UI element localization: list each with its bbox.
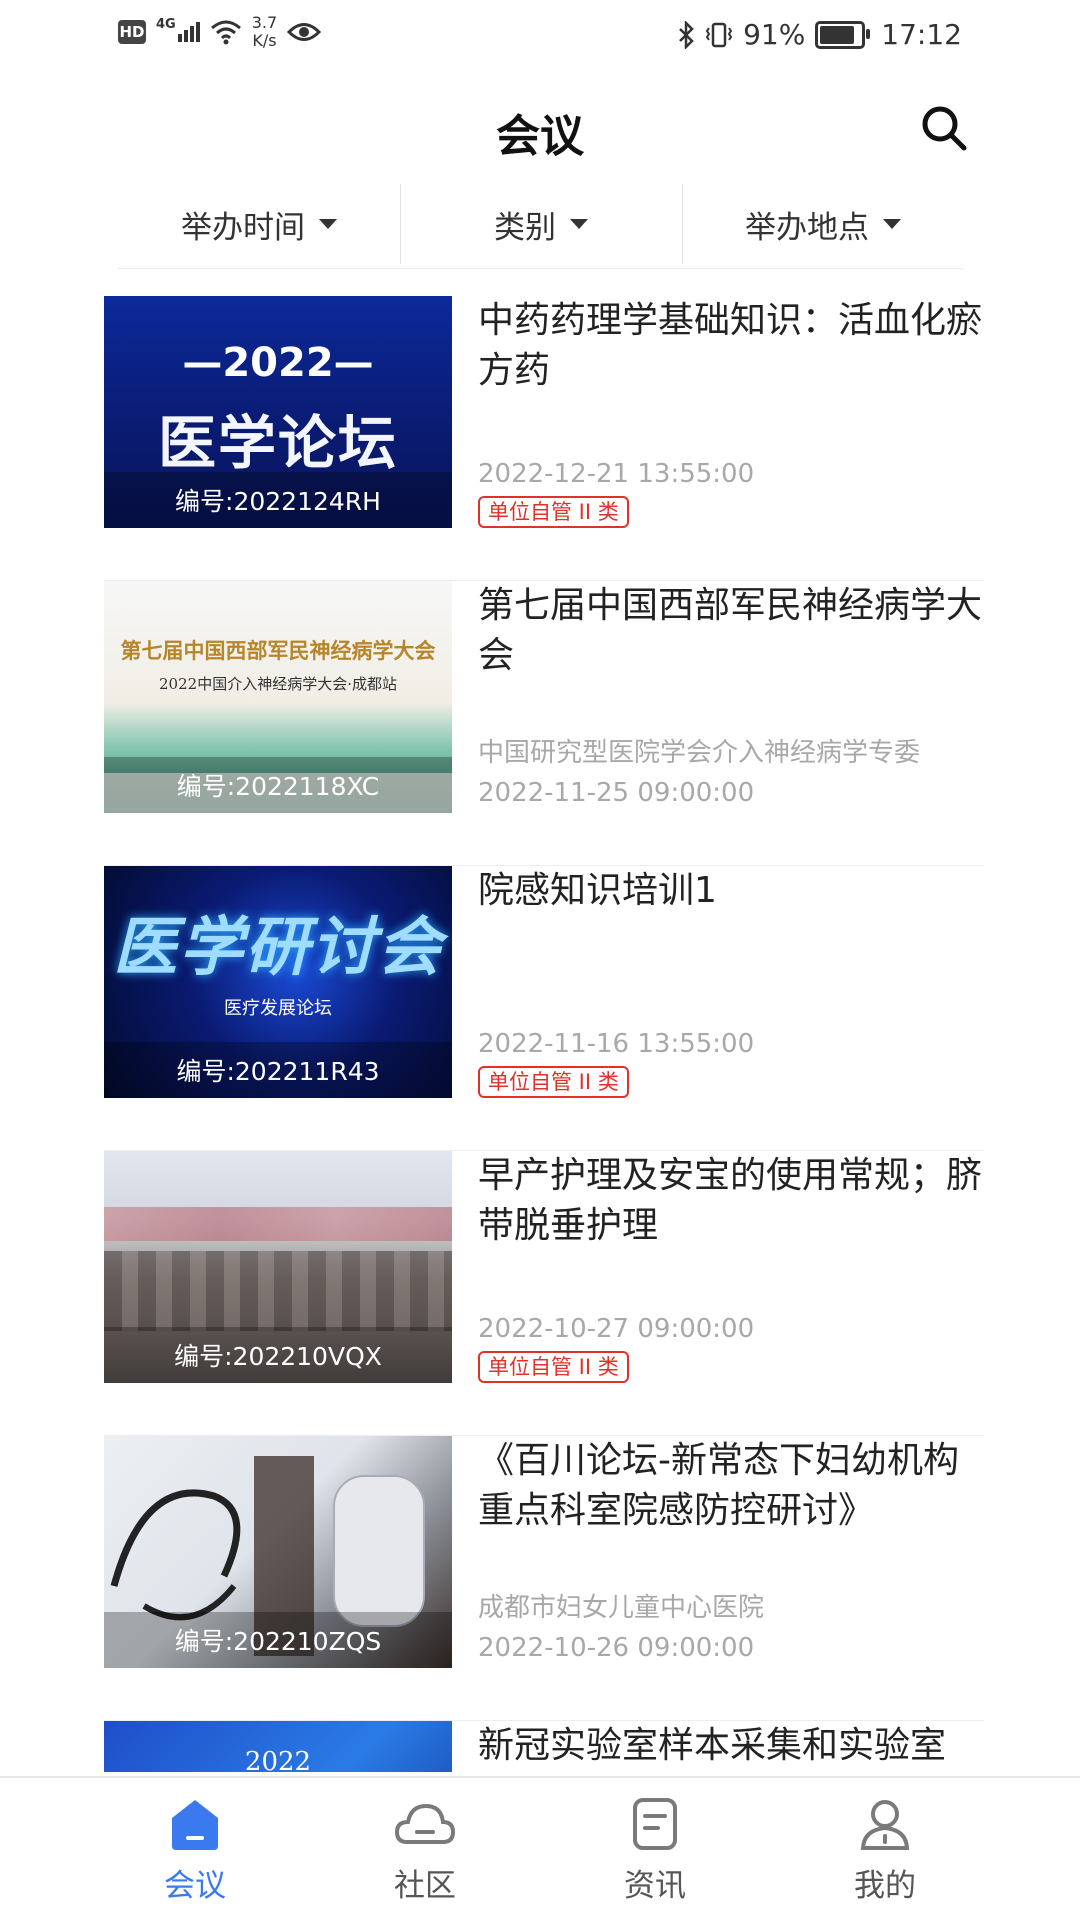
credit-badge: 单位自管 II 类 — [478, 496, 629, 528]
filter-location[interactable]: 举办地点 — [682, 180, 964, 268]
thumbnail-year: —2022— — [182, 340, 374, 386]
meeting-item[interactable]: 第七届中国西部军民神经病学大会 2022中国介入神经病学大会·成都站 编号:20… — [104, 581, 984, 866]
meeting-item[interactable]: 2022 新冠实验室样本采集和实验室 — [104, 1721, 984, 1772]
meeting-date: 2022-11-16 13:55:00 — [478, 1029, 755, 1059]
wifi-icon — [210, 20, 241, 45]
filter-bar: 举办时间 类别 举办地点 — [118, 180, 964, 269]
thumbnail-headline: 医学论坛 — [157, 409, 398, 477]
search-icon[interactable] — [918, 102, 970, 154]
meeting-title: 院感知识培训1 — [478, 870, 717, 911]
meeting-code: 编号:202210VQX — [104, 1327, 452, 1383]
cloud-icon — [394, 1803, 456, 1844]
meeting-thumbnail: 医学研讨会 医疗发展论坛 编号:202211R43 — [104, 866, 452, 1098]
hd-badge: HD — [118, 20, 146, 44]
clock: 17:12 — [881, 18, 962, 51]
meeting-thumbnail: 编号:202210ZQS — [104, 1436, 452, 1668]
bluetooth-icon — [679, 20, 694, 49]
document-icon — [633, 1798, 677, 1850]
meeting-item[interactable]: 编号:202210VQX 早产护理及安宝的使用常规；脐带脱垂护理 2022-10… — [104, 1151, 984, 1436]
caret-down-icon — [319, 219, 337, 229]
meeting-item[interactable]: —2022— 医学论坛 编号:2022124RH 中药药理学基础知识：活血化瘀方… — [104, 296, 984, 581]
filter-category-label: 类别 — [494, 209, 556, 246]
meeting-title: 早产护理及安宝的使用常规；脐带脱垂护理 — [478, 1155, 983, 1246]
meeting-thumbnail: —2022— 医学论坛 编号:2022124RH — [104, 296, 452, 528]
caret-down-icon — [570, 219, 588, 229]
network-type: 4G — [156, 17, 176, 32]
meeting-date: 2022-12-21 13:55:00 — [478, 459, 755, 489]
network-speed: 3.7 K/s — [251, 13, 278, 50]
thumbnail-headline: 第七届中国西部军民神经病学大会 — [120, 638, 436, 663]
nav-meeting-label: 会议 — [164, 1868, 226, 1904]
meeting-title: 中药药理学基础知识：活血化瘀方药 — [478, 300, 983, 391]
nav-mine-label: 我的 — [854, 1868, 916, 1904]
filter-time-label: 举办时间 — [181, 209, 305, 246]
meeting-thumbnail: 2022 — [104, 1721, 452, 1772]
nav-mine[interactable]: 我的 — [770, 1796, 1000, 1916]
caret-down-icon — [883, 219, 901, 229]
thumbnail-subline: 2022中国介入神经病学大会·成都站 — [159, 675, 397, 693]
meeting-thumbnail: 编号:202210VQX — [104, 1151, 452, 1383]
thumbnail-year: 2022 — [244, 1747, 312, 1772]
home-icon — [172, 1800, 218, 1850]
user-icon — [860, 1800, 910, 1850]
filter-location-label: 举办地点 — [745, 209, 869, 246]
filter-category[interactable]: 类别 — [400, 180, 682, 268]
signal-icon: 4G — [156, 17, 200, 42]
meeting-code: 编号:2022118XC — [104, 757, 452, 813]
photo-audience — [104, 1251, 452, 1331]
meeting-title: 第七届中国西部军民神经病学大会 — [478, 585, 983, 676]
meeting-organizer: 成都市妇女儿童中心医院 — [478, 1593, 765, 1623]
meeting-title: 新冠实验室样本采集和实验室 — [478, 1725, 947, 1766]
filter-time[interactable]: 举办时间 — [118, 180, 400, 268]
meeting-code: 编号:202210ZQS — [104, 1612, 452, 1668]
eye-icon — [287, 23, 322, 41]
bottom-nav: 会议 社区 资讯 我的 — [0, 1776, 1080, 1922]
thumbnail-headline: 医学研讨会 — [113, 911, 443, 985]
meeting-code: 编号:202211R43 — [104, 1042, 452, 1098]
photo-curtain — [104, 1207, 452, 1241]
meeting-date: 2022-10-27 09:00:00 — [478, 1314, 755, 1344]
nav-news-label: 资讯 — [624, 1868, 686, 1904]
meeting-code: 编号:2022124RH — [104, 472, 452, 528]
nav-community-label: 社区 — [394, 1868, 456, 1904]
credit-badge: 单位自管 II 类 — [478, 1066, 629, 1098]
meeting-list: —2022— 医学论坛 编号:2022124RH 中药药理学基础知识：活血化瘀方… — [104, 296, 984, 1772]
nav-community[interactable]: 社区 — [310, 1796, 540, 1916]
meeting-date: 2022-10-26 09:00:00 — [478, 1633, 755, 1663]
nav-news[interactable]: 资讯 — [540, 1796, 770, 1916]
vibrate-icon — [705, 22, 733, 47]
meeting-title: 《百川论坛-新常态下妇幼机构重点科室院感防控研讨》 — [478, 1440, 959, 1531]
meeting-thumbnail: 第七届中国西部军民神经病学大会 2022中国介入神经病学大会·成都站 编号:20… — [104, 581, 452, 813]
status-bar: HD 4G 3.7 K/s 91% 17:12 — [0, 0, 1080, 80]
credit-badge: 单位自管 II 类 — [478, 1351, 629, 1383]
meeting-item[interactable]: 医学研讨会 医疗发展论坛 编号:202211R43 院感知识培训1 2022-1… — [104, 866, 984, 1151]
meeting-item[interactable]: 编号:202210ZQS 《百川论坛-新常态下妇幼机构重点科室院感防控研讨》 成… — [104, 1436, 984, 1721]
app-header: 会议 — [0, 90, 1080, 170]
meeting-organizer: 中国研究型医院学会介入神经病学专委 — [478, 738, 921, 768]
nav-meeting[interactable]: 会议 — [80, 1796, 310, 1916]
battery-percent: 91% — [743, 18, 806, 51]
meeting-date: 2022-11-25 09:00:00 — [478, 778, 755, 808]
battery-icon — [815, 20, 871, 49]
thumbnail-subline: 医疗发展论坛 — [224, 998, 332, 1019]
